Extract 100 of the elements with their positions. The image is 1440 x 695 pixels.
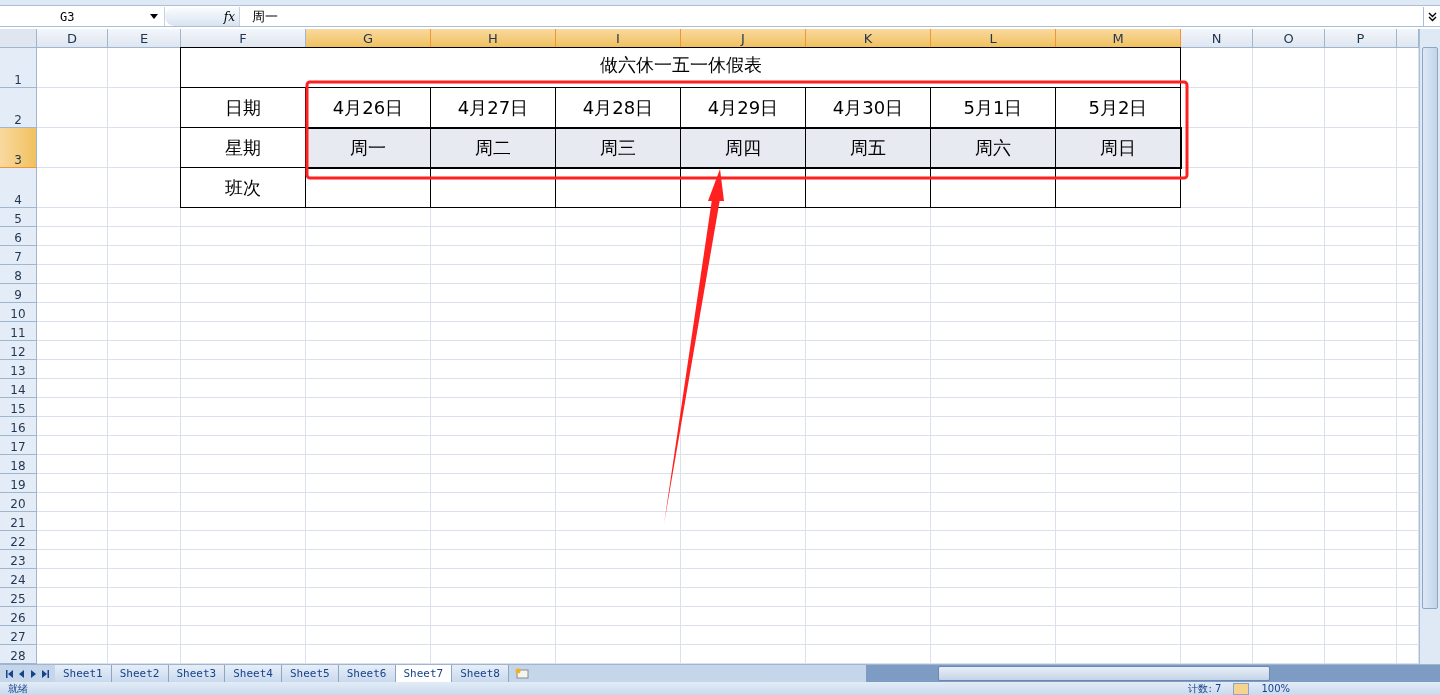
insert-sheet-icon[interactable]: [515, 668, 529, 679]
table-cell: 周二: [431, 128, 556, 168]
grid-cell: [37, 284, 108, 303]
grid-cell: [1325, 360, 1397, 379]
normal-view-button[interactable]: [1233, 682, 1250, 695]
row-header[interactable]: 16: [0, 417, 37, 436]
column-header[interactable]: [1397, 29, 1419, 48]
sheet-tab[interactable]: Sheet2: [111, 665, 169, 682]
row-header[interactable]: 8: [0, 265, 37, 284]
grid-cell: [1325, 265, 1397, 284]
row-header[interactable]: 14: [0, 379, 37, 398]
grid-cell: [1325, 607, 1397, 626]
grid-cell: [37, 246, 108, 265]
grid-cell: [1325, 208, 1397, 227]
grid-cell: [37, 265, 108, 284]
grid-cell: [1181, 303, 1253, 322]
row-header[interactable]: 10: [0, 303, 37, 322]
first-sheet-icon[interactable]: [6, 669, 13, 678]
sheet-tab[interactable]: Sheet8: [452, 665, 509, 682]
formula-field[interactable]: 周一: [240, 7, 1423, 26]
row-header[interactable]: 27: [0, 626, 37, 645]
grid-cell: [1181, 474, 1253, 493]
grid-cell: [1325, 88, 1397, 128]
row-header[interactable]: 9: [0, 284, 37, 303]
name-box[interactable]: G3: [0, 7, 165, 26]
expand-icon[interactable]: [1427, 11, 1437, 22]
table-cell: 周日: [1056, 128, 1181, 168]
horizontal-scrollbar[interactable]: [866, 665, 1440, 682]
sheet-tab[interactable]: Sheet7: [395, 665, 453, 682]
select-all-corner[interactable]: [0, 29, 37, 48]
grid-cell: [1325, 398, 1397, 417]
grid-cell: [1181, 512, 1253, 531]
grid-cell: [37, 379, 108, 398]
previous-sheet-icon[interactable]: [18, 669, 25, 678]
row-header[interactable]: 12: [0, 341, 37, 360]
zoom-level[interactable]: 100%: [1261, 683, 1290, 694]
row-header[interactable]: 6: [0, 227, 37, 246]
row-header[interactable]: 15: [0, 398, 37, 417]
grid-cell: [1325, 531, 1397, 550]
grid-cell: [1253, 303, 1325, 322]
grid-cell: [1181, 436, 1253, 455]
grid-cell: [1325, 493, 1397, 512]
grid-cell: [1253, 88, 1325, 128]
row-header[interactable]: 21: [0, 512, 37, 531]
row-header[interactable]: 22: [0, 531, 37, 550]
grid-cell: [37, 474, 108, 493]
scroll-thumb[interactable]: [1422, 47, 1438, 609]
column-header[interactable]: E: [108, 29, 181, 48]
row-header[interactable]: 17: [0, 436, 37, 455]
grid-cell: [1253, 208, 1325, 227]
row-header[interactable]: 1: [0, 48, 37, 88]
grid-cell: [1253, 626, 1325, 645]
row-header[interactable]: 7: [0, 246, 37, 265]
grid-cell: [37, 436, 108, 455]
grid-cell: [1181, 607, 1253, 626]
row-header[interactable]: 18: [0, 455, 37, 474]
grid-cell: [1181, 284, 1253, 303]
count-text: 计数: 7: [1188, 681, 1222, 695]
grid-cell: [1253, 512, 1325, 531]
column-header[interactable]: N: [1181, 29, 1253, 48]
row-header[interactable]: 26: [0, 607, 37, 626]
scroll-thumb[interactable]: [938, 666, 1270, 681]
row-header[interactable]: 19: [0, 474, 37, 493]
grid-cell: [1181, 128, 1253, 168]
column-header[interactable]: O: [1253, 29, 1325, 48]
row-header[interactable]: 25: [0, 588, 37, 607]
row-header[interactable]: 23: [0, 550, 37, 569]
row-header[interactable]: 13: [0, 360, 37, 379]
sheet-tab[interactable]: Sheet5: [282, 665, 339, 682]
grid-cell: [1325, 626, 1397, 645]
grid-cell: [37, 208, 108, 227]
vertical-scrollbar[interactable]: [1419, 29, 1440, 664]
insert-function-button[interactable]: fx: [165, 7, 240, 26]
sheet-tab[interactable]: Sheet4: [225, 665, 282, 682]
row-header[interactable]: 5: [0, 208, 37, 227]
column-header[interactable]: P: [1325, 29, 1397, 48]
grid-cell: [1253, 284, 1325, 303]
grid-cell: [1325, 168, 1397, 208]
grid-cell: [1253, 322, 1325, 341]
table-cell: 班次: [180, 168, 306, 208]
row-header[interactable]: 4: [0, 168, 37, 208]
sheet-tab[interactable]: Sheet6: [338, 665, 396, 682]
last-sheet-icon[interactable]: [42, 669, 49, 678]
grid-cell: [1181, 227, 1253, 246]
grid-cell: [1325, 128, 1397, 168]
next-sheet-icon[interactable]: [30, 669, 37, 678]
sheet-tab[interactable]: Sheet1: [55, 665, 112, 682]
grid-cell: [37, 531, 108, 550]
grid-cell: [1253, 569, 1325, 588]
row-header[interactable]: 2: [0, 88, 37, 128]
row-header[interactable]: 28: [0, 645, 37, 664]
row-header[interactable]: 3: [0, 128, 37, 168]
row-header[interactable]: 20: [0, 493, 37, 512]
sheet-tab[interactable]: Sheet3: [168, 665, 226, 682]
row-header[interactable]: 24: [0, 569, 37, 588]
row-header[interactable]: 11: [0, 322, 37, 341]
dropdown-icon[interactable]: [150, 14, 158, 20]
grid-cell: [1325, 550, 1397, 569]
grid-cell: [1253, 550, 1325, 569]
column-header[interactable]: D: [37, 29, 108, 48]
